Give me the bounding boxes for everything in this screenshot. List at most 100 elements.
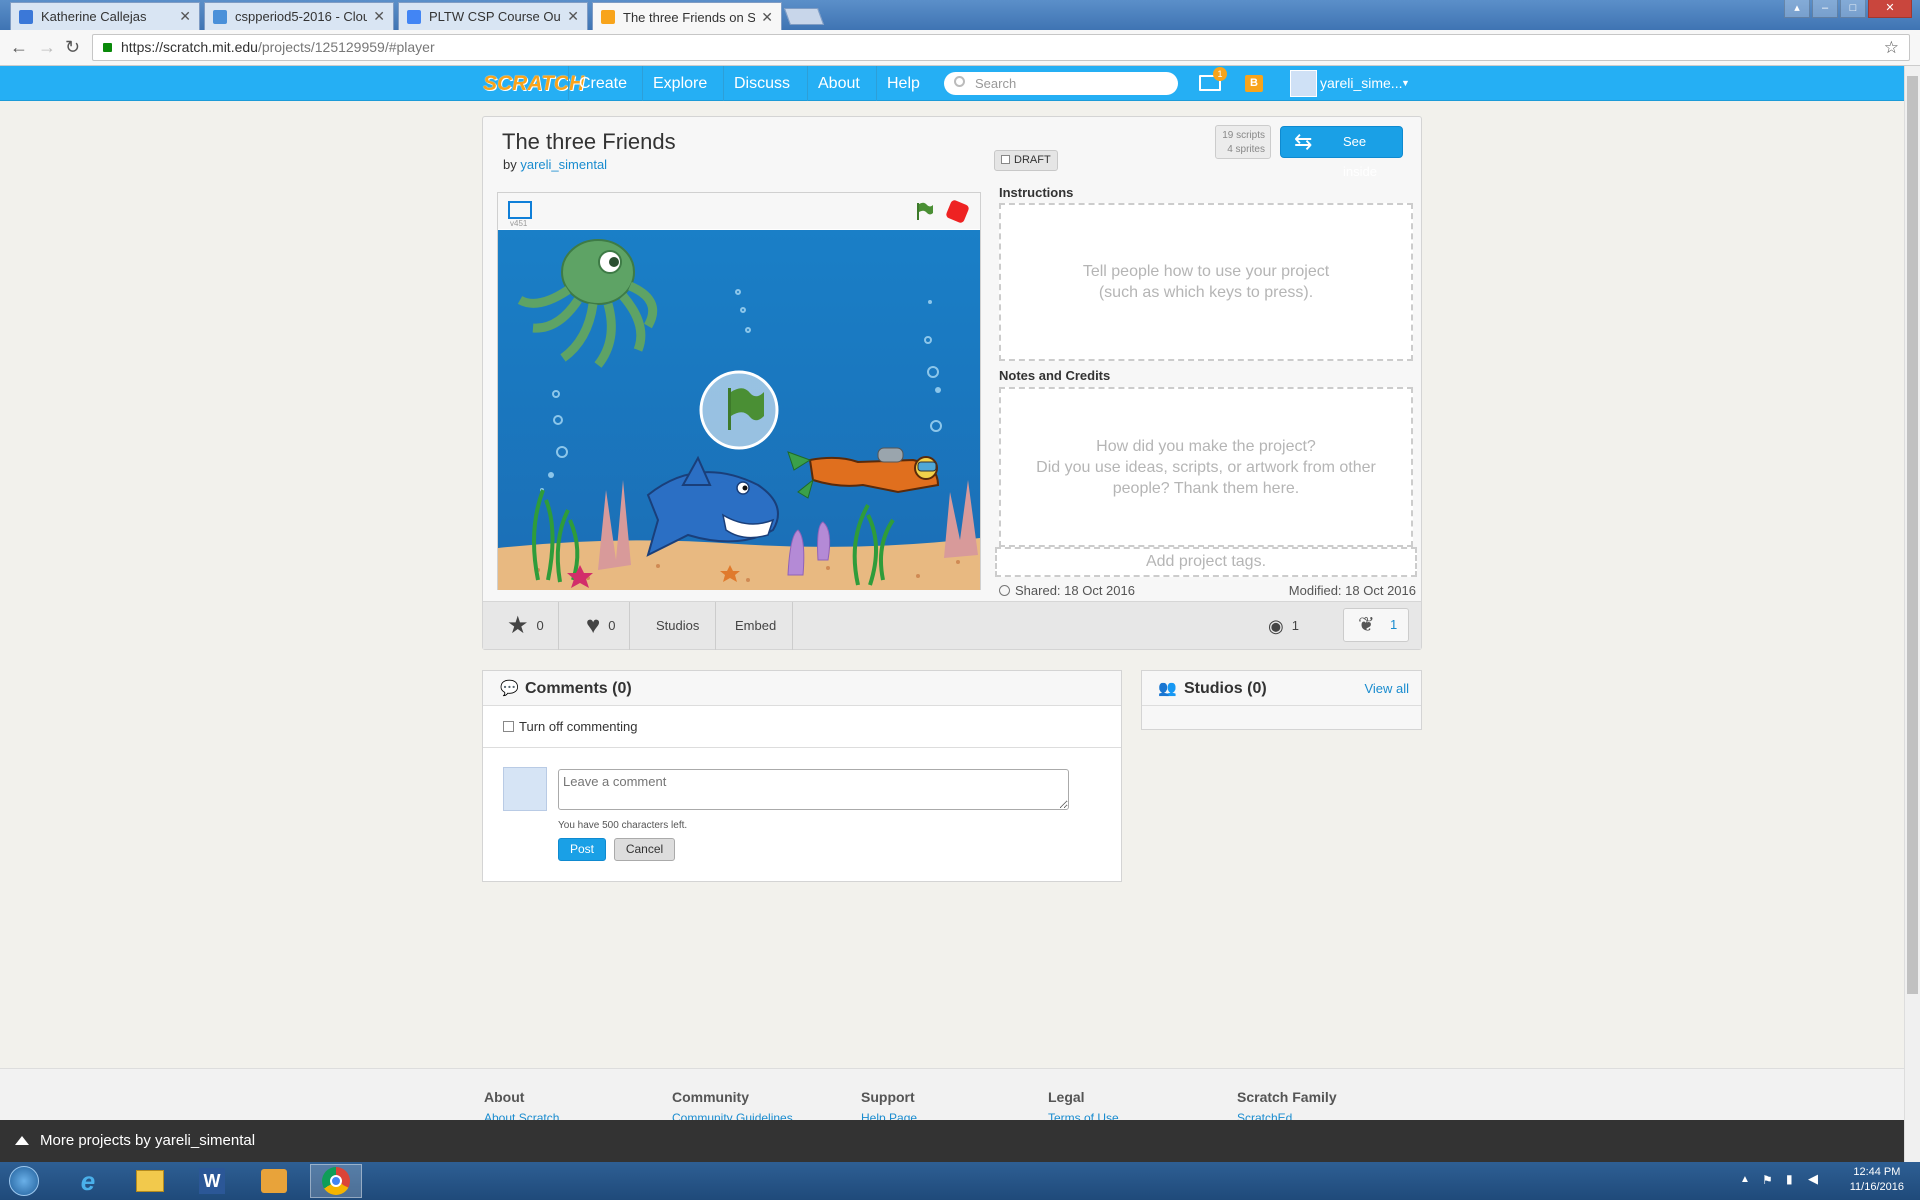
browser-tab[interactable]: PLTW CSP Course Outlin ✕ bbox=[398, 2, 588, 30]
notes-heading: Notes and Credits bbox=[999, 368, 1111, 383]
close-icon[interactable]: ✕ bbox=[567, 8, 579, 25]
browser-tab-active[interactable]: The three Friends on Scr ✕ bbox=[592, 2, 782, 31]
bookmark-star-icon[interactable]: ☆ bbox=[1884, 35, 1899, 60]
shared-date: Shared: 18 Oct 2016 bbox=[999, 583, 1135, 598]
nav-explore[interactable]: Explore bbox=[642, 66, 717, 101]
draft-toggle[interactable]: DRAFT bbox=[994, 150, 1058, 171]
footer-link[interactable]: About Scratch bbox=[484, 1111, 559, 1120]
flag-icon[interactable]: ⚑ bbox=[1762, 1173, 1773, 1187]
footer: About About Scratch Community Community … bbox=[0, 1068, 1904, 1120]
close-icon[interactable]: ✕ bbox=[179, 8, 191, 25]
chrome-icon[interactable] bbox=[310, 1164, 362, 1198]
turn-off-checkbox[interactable] bbox=[503, 721, 514, 732]
scripts-count: 19 scripts bbox=[1222, 130, 1265, 141]
footer-link[interactable]: ScratchEd bbox=[1237, 1111, 1292, 1120]
minimize-icon[interactable]: – bbox=[1812, 0, 1838, 18]
new-tab-button[interactable] bbox=[783, 8, 825, 25]
favorite-button[interactable]: ★ 0 bbox=[483, 602, 559, 650]
footer-heading: Support bbox=[861, 1089, 915, 1105]
remix-tree-button[interactable]: ❦ 1 bbox=[1343, 608, 1409, 642]
page-scrollbar[interactable] bbox=[1904, 66, 1920, 1162]
nav-help[interactable]: Help bbox=[876, 66, 930, 101]
green-flag-icon[interactable] bbox=[914, 201, 934, 221]
post-button[interactable]: Post bbox=[558, 838, 606, 861]
username-menu[interactable]: yareli_sime... bbox=[1310, 66, 1412, 101]
tab-title: Katherine Callejas bbox=[41, 9, 147, 24]
nav-create[interactable]: Create bbox=[568, 66, 637, 101]
more-projects-bar[interactable]: More projects by yareli_simental bbox=[0, 1120, 1904, 1162]
messages-icon[interactable]: 1 bbox=[1199, 67, 1227, 91]
close-window-icon[interactable]: ✕ bbox=[1868, 0, 1912, 18]
turn-off-label: Turn off commenting bbox=[519, 719, 638, 734]
cancel-button[interactable]: Cancel bbox=[614, 838, 675, 861]
nav-discuss[interactable]: Discuss bbox=[723, 66, 800, 101]
by-label: by bbox=[503, 157, 517, 172]
file-explorer-icon[interactable] bbox=[128, 1164, 172, 1198]
footer-link[interactable]: Terms of Use bbox=[1048, 1111, 1119, 1120]
maximize-icon[interactable]: □ bbox=[1840, 0, 1866, 18]
people-icon: 👥 bbox=[1158, 680, 1177, 697]
browser-tab[interactable]: Katherine Callejas ✕ bbox=[10, 2, 200, 30]
studios-button[interactable]: Studios bbox=[640, 602, 717, 650]
embed-button[interactable]: Embed bbox=[719, 602, 794, 650]
comments-heading: Comments (0) bbox=[525, 680, 632, 697]
mystuff-icon[interactable]: B bbox=[1245, 75, 1263, 92]
address-bar: ← → ↻ https://scratch.mit.edu/projects/1… bbox=[0, 30, 1920, 66]
system-clock[interactable]: 12:44 PM 11/16/2016 bbox=[1850, 1165, 1904, 1195]
search-icon bbox=[954, 76, 965, 87]
back-icon[interactable]: ← bbox=[10, 38, 28, 56]
draft-checkbox[interactable] bbox=[1001, 155, 1010, 164]
favicon-icon bbox=[19, 9, 33, 24]
divider bbox=[483, 747, 1121, 748]
internet-explorer-icon[interactable]: e bbox=[66, 1164, 110, 1198]
views-counter: ◉ 1 bbox=[1254, 602, 1313, 650]
close-icon[interactable]: ✕ bbox=[761, 9, 773, 26]
remix-arrows-icon: ⇆ bbox=[1294, 129, 1313, 154]
tree-icon: ❦ bbox=[1358, 614, 1375, 636]
project-byline: by yareli_simental bbox=[503, 157, 607, 172]
volume-icon[interactable]: ◀ bbox=[1808, 1171, 1818, 1187]
project-action-bar: ★ 0 ♥ 0 Studios Embed ◉ 1 ❦ 1 bbox=[483, 601, 1421, 650]
view-all-link[interactable]: View all bbox=[1364, 671, 1409, 706]
notes-field[interactable]: How did you make the project? Did you us… bbox=[999, 387, 1413, 547]
studios-header: 👥 Studios (0) View all bbox=[1142, 671, 1421, 706]
footer-link[interactable]: Community Guidelines bbox=[672, 1111, 793, 1120]
more-projects-label: More projects by yareli_simental bbox=[40, 1132, 256, 1149]
author-link[interactable]: yareli_simental bbox=[520, 157, 607, 172]
project-stage[interactable] bbox=[498, 230, 980, 590]
user-icon[interactable]: ▴ bbox=[1784, 0, 1810, 18]
project-title: The three Friends bbox=[502, 129, 676, 154]
eye-icon: ◉ bbox=[1268, 616, 1284, 636]
tray-arrow-icon[interactable]: ▲ bbox=[1740, 1174, 1750, 1185]
player-toolbar: v451 bbox=[498, 193, 980, 229]
nav-about[interactable]: About bbox=[807, 66, 870, 101]
tags-input[interactable]: Add project tags. bbox=[995, 547, 1417, 577]
lock-icon bbox=[103, 43, 112, 52]
close-icon[interactable]: ✕ bbox=[373, 8, 385, 25]
start-button[interactable] bbox=[2, 1164, 46, 1198]
word-icon[interactable]: W bbox=[190, 1164, 234, 1198]
footer-link[interactable]: Help Page bbox=[861, 1111, 917, 1120]
url-input[interactable]: https://scratch.mit.edu/projects/1251299… bbox=[92, 34, 1910, 61]
project-counts: 19 scripts 4 sprites bbox=[1215, 125, 1271, 159]
chevron-down-icon[interactable]: ▼ bbox=[1401, 78, 1410, 88]
stop-icon[interactable] bbox=[945, 199, 970, 224]
reload-icon[interactable]: ↻ bbox=[65, 38, 80, 56]
media-player-icon[interactable] bbox=[252, 1164, 296, 1198]
love-button[interactable]: ♥ 0 bbox=[562, 602, 631, 650]
tab-title: cspperiod5-2016 - Cloud bbox=[235, 9, 368, 24]
search-input[interactable]: Search bbox=[944, 72, 1178, 95]
studios-heading: Studios (0) bbox=[1184, 680, 1267, 697]
instructions-field[interactable]: Tell people how to use your project (suc… bbox=[999, 203, 1413, 361]
shared-icon bbox=[999, 585, 1010, 596]
views-count: 1 bbox=[1291, 618, 1299, 633]
fullscreen-icon[interactable] bbox=[508, 201, 532, 219]
network-icon[interactable]: ▮ bbox=[1786, 1172, 1793, 1186]
see-inside-button[interactable]: ⇆ See inside bbox=[1280, 126, 1403, 179]
browser-tab[interactable]: cspperiod5-2016 - Cloud ✕ bbox=[204, 2, 394, 30]
scrollbar-thumb[interactable] bbox=[1907, 76, 1918, 994]
turn-off-commenting[interactable]: Turn off commenting bbox=[503, 719, 638, 734]
forward-icon[interactable]: → bbox=[38, 38, 56, 56]
comment-input[interactable] bbox=[558, 769, 1069, 810]
favorites-count: 0 bbox=[536, 618, 544, 633]
